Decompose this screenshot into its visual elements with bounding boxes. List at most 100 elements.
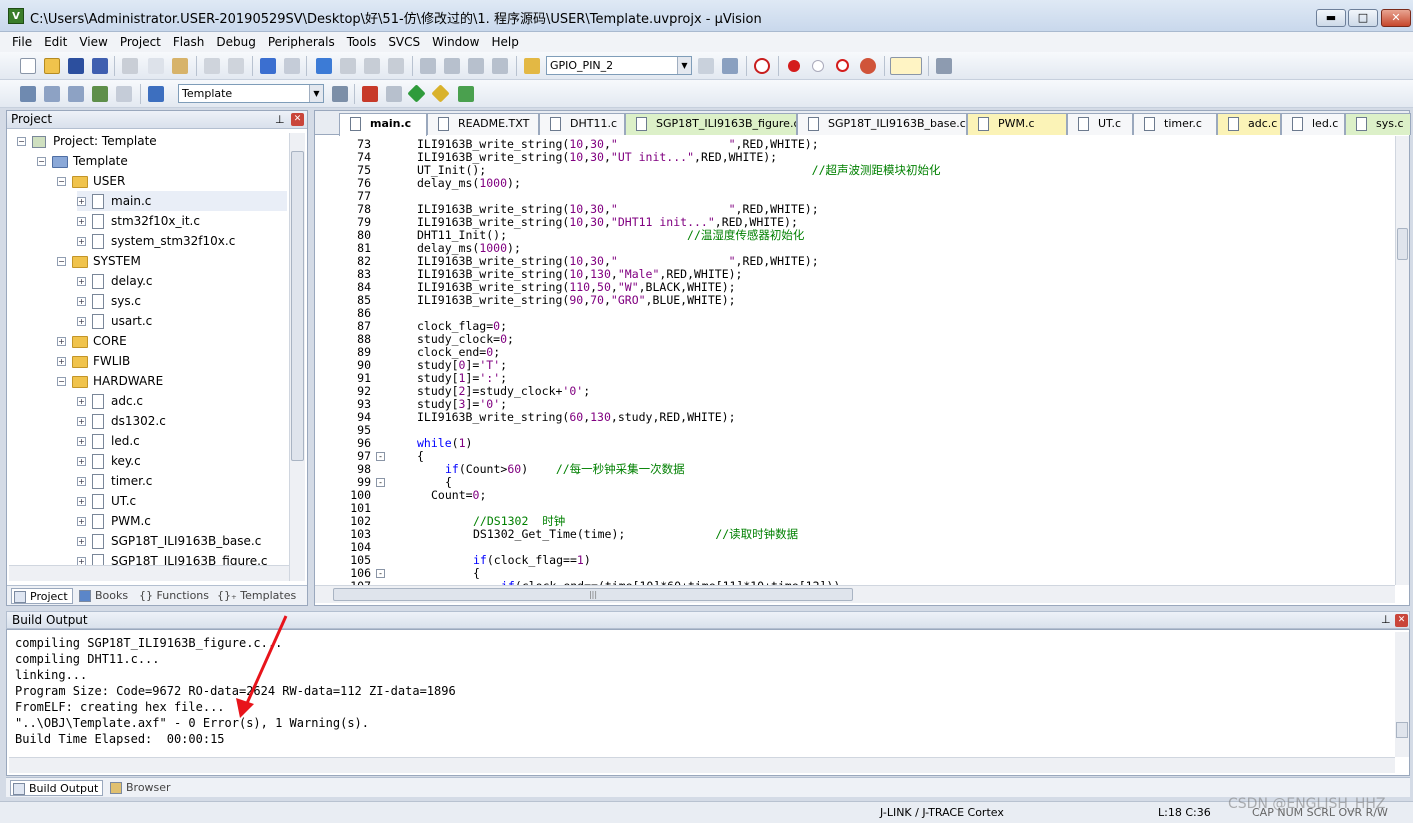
menu-help[interactable]: Help (485, 33, 524, 51)
tree-file[interactable]: + system_stm32f10x.c (77, 231, 287, 251)
expand-icon[interactable]: + (77, 517, 86, 526)
menu-peripherals[interactable]: Peripherals (262, 33, 341, 51)
expand-icon[interactable]: + (77, 317, 86, 326)
incremental-find-icon[interactable] (722, 58, 738, 74)
cut-icon[interactable] (122, 58, 138, 74)
enable-breakpoint-icon[interactable] (812, 60, 824, 72)
paste-icon[interactable] (172, 58, 188, 74)
fold-toggle-icon[interactable]: - (376, 478, 385, 487)
prev-bookmark-icon[interactable] (340, 58, 356, 74)
next-bookmark-icon[interactable] (364, 58, 380, 74)
expand-icon[interactable]: + (77, 217, 86, 226)
collapse-icon[interactable]: − (37, 157, 46, 166)
expand-icon[interactable]: + (77, 277, 86, 286)
target-options-icon[interactable] (332, 86, 348, 102)
menu-file[interactable]: File (6, 33, 38, 51)
tree-file[interactable]: + delay.c (77, 271, 287, 291)
tree-file[interactable]: + SGP18T_ILI9163B_base.c (77, 531, 287, 551)
tree-project-root[interactable]: − Project: Template (17, 131, 287, 151)
project-horizontal-scrollbar[interactable] (9, 565, 289, 581)
indent-icon[interactable] (420, 58, 436, 74)
file-tab[interactable]: led.c (1281, 113, 1345, 135)
file-tab[interactable]: PWM.c (967, 113, 1067, 135)
tree-file[interactable]: + PWM.c (77, 511, 287, 531)
disable-breakpoints-icon[interactable] (836, 59, 849, 72)
bookmark-icon[interactable] (316, 58, 332, 74)
collapse-icon[interactable]: − (57, 177, 66, 186)
chevron-down-icon[interactable]: ▼ (677, 57, 691, 74)
new-file-icon[interactable] (20, 58, 36, 74)
file-tab[interactable]: SGP18T_ILI9163B_figure.c (625, 113, 797, 135)
collapse-icon[interactable]: − (17, 137, 26, 146)
tree-file[interactable]: + main.c (77, 191, 287, 211)
tab-browser[interactable]: Browser (108, 780, 171, 796)
pin-icon[interactable]: ⊥ (275, 111, 285, 128)
select-packs-icon[interactable] (431, 84, 450, 103)
tab-functions[interactable]: {} Functions (125, 588, 209, 604)
insert-breakpoint-icon[interactable] (788, 60, 800, 72)
build-output-panel[interactable]: compiling SGP18T_ILI9163B_figure.c... com… (6, 629, 1410, 776)
tab-books[interactable]: Books (77, 588, 128, 604)
code-area[interactable]: 73 ILI9163B_write_string(10,30," ",RED,WH… (315, 136, 1395, 586)
collapse-icon[interactable]: − (57, 377, 66, 386)
minimize-button[interactable]: ▬ (1316, 9, 1346, 27)
build-icon[interactable] (44, 86, 60, 102)
file-tab[interactable]: UT.c (1067, 113, 1133, 135)
navigate-forward-icon[interactable] (284, 58, 300, 74)
uncomment-icon[interactable] (492, 58, 508, 74)
tree-file[interactable]: + led.c (77, 431, 287, 451)
project-scroll-thumb[interactable] (291, 151, 304, 461)
file-tab[interactable]: adc.c (1217, 113, 1281, 135)
close-panel-icon[interactable]: ✕ (291, 113, 304, 126)
menu-window[interactable]: Window (426, 33, 485, 51)
editor-hscroll-thumb[interactable]: ||| (333, 588, 853, 601)
tree-file[interactable]: + timer.c (77, 471, 287, 491)
maximize-button[interactable]: □ (1348, 9, 1378, 27)
file-tab[interactable]: sys.c (1345, 113, 1411, 135)
find-icon[interactable] (698, 58, 714, 74)
target-combo[interactable]: Template ▼ (178, 84, 324, 103)
menu-view[interactable]: View (73, 33, 113, 51)
expand-icon[interactable]: + (77, 497, 86, 506)
configure-tools-icon[interactable] (936, 58, 952, 74)
menu-svcs[interactable]: SVCS (382, 33, 426, 51)
comment-icon[interactable] (468, 58, 484, 74)
kill-breakpoints-icon[interactable] (860, 58, 876, 74)
menu-tools[interactable]: Tools (341, 33, 383, 51)
tree-group-core[interactable]: + CORE (57, 331, 287, 351)
expand-icon[interactable]: + (77, 457, 86, 466)
expand-icon[interactable]: + (77, 437, 86, 446)
expand-icon[interactable]: + (77, 397, 86, 406)
file-extensions-icon[interactable] (362, 86, 378, 102)
tree-group-system[interactable]: − SYSTEM (57, 251, 287, 271)
clear-bookmarks-icon[interactable] (388, 58, 404, 74)
undo-icon[interactable] (204, 58, 220, 74)
download-icon[interactable] (148, 86, 164, 102)
tree-file[interactable]: + ds1302.c (77, 411, 287, 431)
file-tab[interactable]: main.c (339, 113, 427, 136)
expand-icon[interactable]: + (77, 537, 86, 546)
tree-file[interactable]: + sys.c (77, 291, 287, 311)
menu-debug[interactable]: Debug (210, 33, 261, 51)
unindent-icon[interactable] (444, 58, 460, 74)
file-tab[interactable]: DHT11.c (539, 113, 625, 135)
tree-target[interactable]: − Template (37, 151, 287, 171)
start-debug-icon[interactable] (754, 58, 770, 74)
tree-file[interactable]: + usart.c (77, 311, 287, 331)
stop-build-icon[interactable] (116, 86, 132, 102)
copy-icon[interactable] (148, 58, 164, 74)
editor-vertical-scrollbar[interactable] (1395, 136, 1409, 585)
menu-project[interactable]: Project (114, 33, 167, 51)
tree-file[interactable]: + key.c (77, 451, 287, 471)
rebuild-icon[interactable] (68, 86, 84, 102)
tree-group-fwlib[interactable]: + FWLIB (57, 351, 287, 371)
pin-icon[interactable]: ⊥ (1381, 612, 1391, 628)
build-scroll-thumb[interactable] (1396, 722, 1408, 738)
editor-horizontal-scrollbar[interactable]: ||| (315, 585, 1395, 603)
build-horizontal-scrollbar[interactable] (9, 757, 1395, 773)
save-icon[interactable] (68, 58, 84, 74)
tree-group-hardware[interactable]: − HARDWARE (57, 371, 287, 391)
find-in-files-icon[interactable] (524, 58, 540, 74)
tab-project[interactable]: Project (11, 588, 73, 604)
expand-icon[interactable]: + (77, 297, 86, 306)
